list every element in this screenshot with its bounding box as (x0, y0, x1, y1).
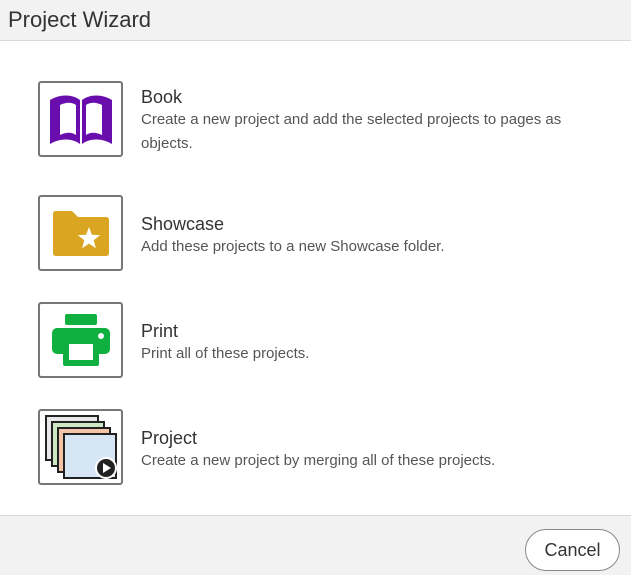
option-book-description: Create a new project and add the selecte… (141, 111, 562, 152)
option-print-tile[interactable] (38, 302, 123, 378)
option-showcase-title: Showcase (141, 214, 225, 234)
option-showcase[interactable]: Showcase Add these projects to a new Sho… (38, 195, 618, 271)
option-print[interactable]: Print Print all of these projects. (38, 302, 618, 378)
option-book-tile[interactable] (38, 81, 123, 157)
option-showcase-tile[interactable] (38, 195, 123, 271)
option-book-title: Book (141, 87, 183, 107)
stacked-slides-play-icon (44, 414, 118, 480)
project-wizard-dialog: Project Wizard Book Create a new project… (0, 0, 631, 575)
option-print-title: Print (141, 321, 179, 341)
option-project-description: Create a new project by merging all of t… (141, 452, 496, 469)
option-showcase-description: Add these projects to a new Showcase fol… (141, 238, 445, 255)
option-print-description: Print all of these projects. (141, 345, 310, 362)
dialog-title: Project Wizard (8, 7, 152, 32)
option-project-title: Project (141, 428, 198, 448)
option-project[interactable]: Project Create a new project by merging … (38, 409, 618, 485)
option-book[interactable]: Book Create a new project and add the se… (38, 81, 618, 157)
book-icon (48, 92, 114, 146)
dialog-header: Project Wizard (0, 0, 631, 41)
dialog-footer: Cancel (0, 515, 631, 575)
option-project-tile[interactable] (38, 409, 123, 485)
printer-icon (50, 312, 112, 368)
cancel-button[interactable]: Cancel (525, 529, 620, 571)
showcase-folder-star-icon (50, 208, 112, 258)
options-list: Book Create a new project and add the se… (0, 41, 631, 515)
